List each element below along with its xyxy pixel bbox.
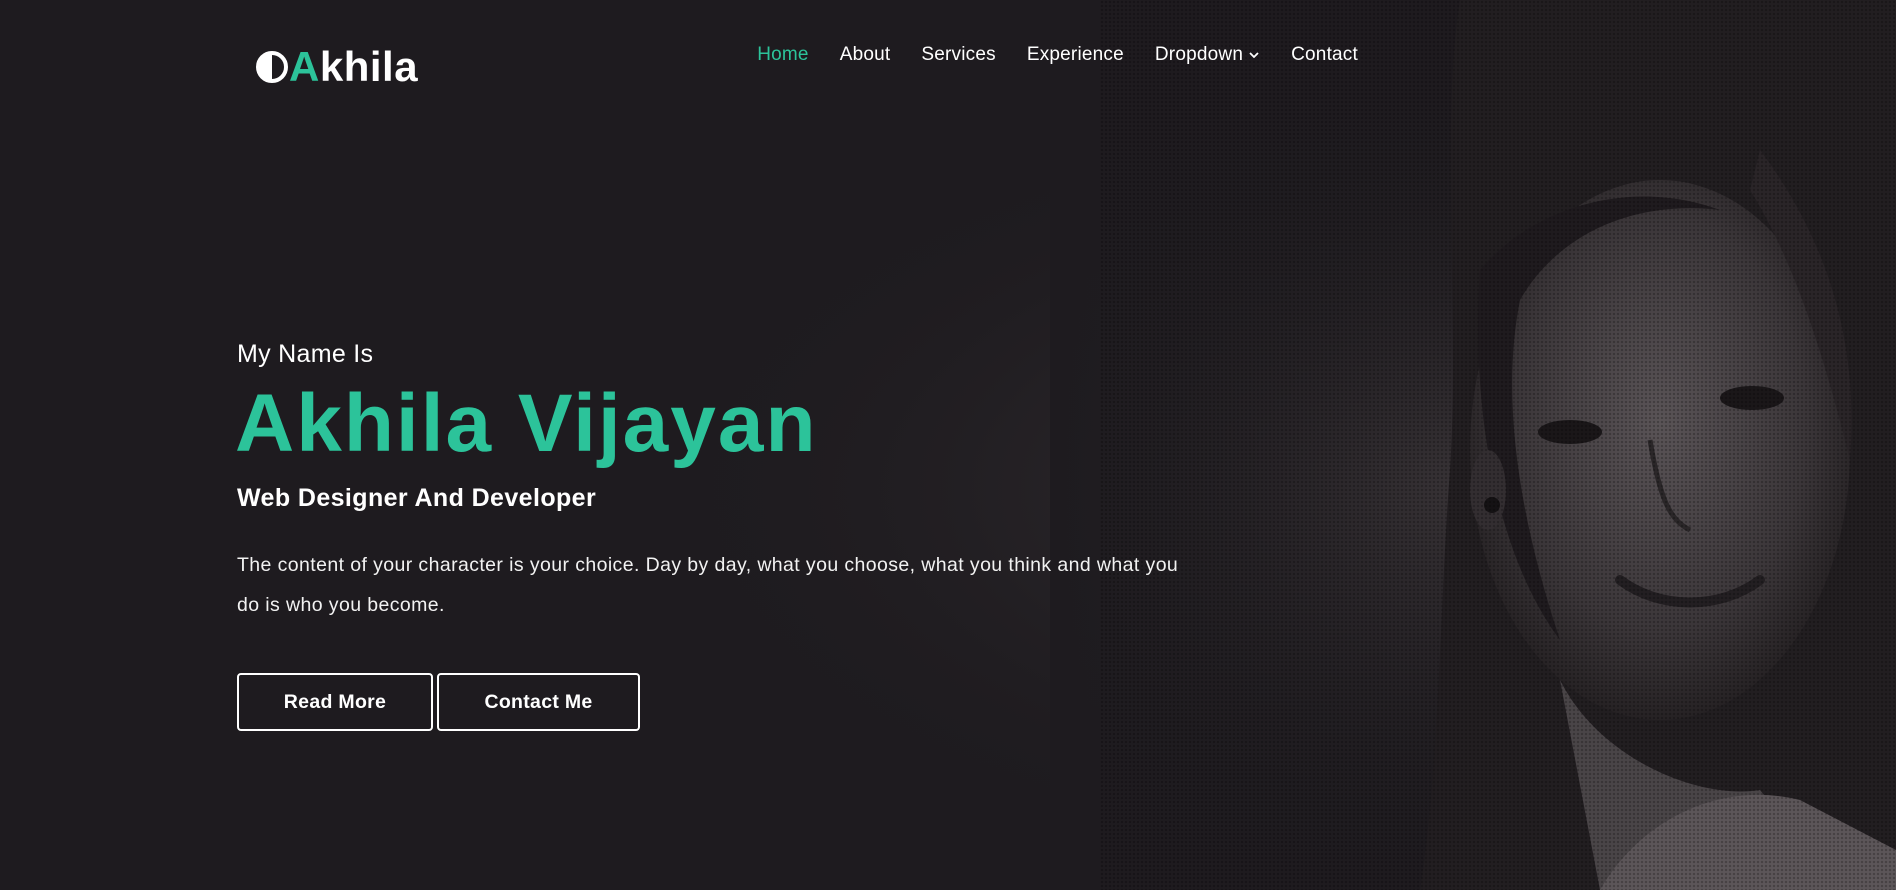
nav-dropdown[interactable]: Dropdown xyxy=(1155,44,1260,66)
hero-role: Web Designer And Developer xyxy=(237,484,597,512)
nav-services[interactable]: Services xyxy=(921,44,995,66)
chevron-down-icon xyxy=(1249,52,1259,59)
halftone-overlay xyxy=(1100,0,1896,890)
nav-dropdown-label: Dropdown xyxy=(1154,44,1244,65)
hero-intro: My Name Is xyxy=(237,340,374,368)
half-circle-logo-icon xyxy=(256,51,288,83)
main-nav: Home About Services Experience Dropdown … xyxy=(757,44,1358,66)
read-more-button[interactable]: Read More xyxy=(237,673,433,731)
nav-about[interactable]: About xyxy=(840,44,891,66)
nav-home[interactable]: Home xyxy=(757,44,808,66)
brand-name-rest: khila xyxy=(319,43,419,90)
nav-experience[interactable]: Experience xyxy=(1027,44,1124,66)
brand-logo[interactable]: Akhila xyxy=(255,42,418,92)
nav-contact[interactable]: Contact xyxy=(1291,44,1358,66)
brand-accent-letter: A xyxy=(289,43,320,90)
contact-me-button[interactable]: Contact Me xyxy=(437,673,640,731)
hero-description: The content of your character is your ch… xyxy=(237,554,1179,616)
hero-name: Akhila Vijayan xyxy=(235,378,818,469)
